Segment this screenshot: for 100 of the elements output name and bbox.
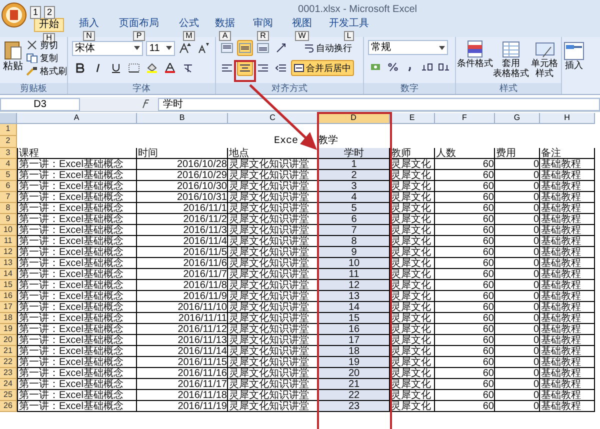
- table-cell: 0: [495, 401, 540, 412]
- ribbon-tab[interactable]: 数据: [211, 18, 239, 30]
- styles-button[interactable]: 条件格式: [458, 40, 492, 68]
- row-header[interactable]: 24: [0, 379, 17, 390]
- row-header[interactable]: 8: [0, 203, 17, 214]
- table-cell: 第一讲：Excel基础概念: [17, 269, 137, 280]
- insert-cells-button[interactable]: 插入: [564, 42, 584, 70]
- table-cell: 灵犀文化知识讲堂: [228, 203, 318, 214]
- table-cell: 0: [495, 192, 540, 203]
- row-header[interactable]: 13: [0, 258, 17, 269]
- number-format-field[interactable]: 常规: [368, 40, 448, 55]
- table-cell: 第一讲：Excel基础概念: [17, 225, 137, 236]
- name-box[interactable]: D3: [0, 98, 80, 110]
- table-cell: 3: [318, 181, 390, 192]
- table-title: Exce: [274, 136, 298, 147]
- table-cell: 第一讲：Excel基础概念: [17, 302, 137, 313]
- font-name-field[interactable]: 宋体: [72, 40, 144, 56]
- table-cell: 基础教程: [540, 302, 595, 313]
- merge-center-button[interactable]: 合并后居中: [291, 60, 354, 76]
- table-cell: 0: [495, 181, 540, 192]
- clipboard-action[interactable]: 格式刷: [26, 65, 67, 77]
- row-header[interactable]: 6: [0, 181, 17, 192]
- table-cell: 18: [318, 346, 390, 357]
- ribbon-tab[interactable]: 开发工具: [325, 18, 373, 30]
- row-header[interactable]: 1: [0, 124, 17, 136]
- table-cell: 21: [318, 379, 390, 390]
- row-header[interactable]: 4: [0, 159, 17, 170]
- table-cell: 灵犀文化: [390, 280, 435, 291]
- table-cell: 基础教程: [540, 225, 595, 236]
- table-cell: 基础教程: [540, 379, 595, 390]
- row-header[interactable]: 17: [0, 302, 17, 313]
- ribbon-tab[interactable]: 审阅: [249, 18, 277, 30]
- font-size-field[interactable]: 11: [146, 40, 175, 56]
- row-header[interactable]: 23: [0, 368, 17, 379]
- vertical-align-button[interactable]: [255, 40, 271, 56]
- styles-button[interactable]: 单元格 样式: [530, 40, 559, 78]
- table-cell: 灵犀文化: [390, 346, 435, 357]
- row-header[interactable]: 26: [0, 401, 17, 412]
- ribbon-tab[interactable]: 公式: [175, 18, 203, 30]
- shrink-font-button[interactable]: [196, 40, 211, 56]
- row-header[interactable]: 22: [0, 357, 17, 368]
- row-header[interactable]: 19: [0, 324, 17, 335]
- table-cell: 0: [495, 357, 540, 368]
- styles-button[interactable]: 套用 表格格式: [494, 40, 528, 78]
- paste-button[interactable]: 粘贴: [3, 39, 23, 72]
- row-header[interactable]: 21: [0, 346, 17, 357]
- table-cell: 60: [435, 159, 495, 170]
- column-header[interactable]: F: [435, 113, 495, 124]
- font-color-button[interactable]: [162, 60, 178, 76]
- vertical-align-button[interactable]: [219, 40, 235, 56]
- column-header[interactable]: H: [540, 113, 595, 124]
- row-header[interactable]: 15: [0, 280, 17, 291]
- table-cell: 灵犀文化: [390, 302, 435, 313]
- table-cell: 基础教程: [540, 357, 595, 368]
- row-header[interactable]: 3: [0, 148, 17, 159]
- table-cell: 灵犀文化: [390, 170, 435, 181]
- table-cell: 60: [435, 368, 495, 379]
- row-header[interactable]: 11: [0, 236, 17, 247]
- table-cell: 第一讲：Excel基础概念: [17, 335, 137, 346]
- row-header[interactable]: 2: [0, 136, 17, 148]
- cell-style-icon: [534, 40, 554, 58]
- wrap-text-button[interactable]: 自动换行: [301, 40, 355, 56]
- row-header[interactable]: 20: [0, 335, 17, 346]
- table-cell: 2016/11/16: [137, 368, 228, 379]
- table-cell: 2016/10/31: [137, 192, 228, 203]
- column-header[interactable]: G: [495, 113, 540, 124]
- row-header[interactable]: 12: [0, 247, 17, 258]
- clipboard-action[interactable]: 复制: [26, 52, 67, 64]
- row-header[interactable]: 5: [0, 170, 17, 181]
- vertical-align-button[interactable]: [237, 40, 253, 56]
- column-header[interactable]: D: [318, 113, 390, 124]
- row-header[interactable]: 7: [0, 192, 17, 203]
- column-header[interactable]: A: [17, 113, 137, 124]
- column-header[interactable]: C: [228, 113, 318, 124]
- increase-decimal-icon: [420, 62, 432, 72]
- ribbon-tab[interactable]: 视图: [288, 18, 316, 30]
- column-header[interactable]: E: [390, 113, 435, 124]
- table-cell: 灵犀文化知识讲堂: [228, 324, 318, 335]
- function-icon: [140, 99, 152, 109]
- column-heading: 教师: [390, 148, 435, 159]
- keytip-badge: M: [182, 31, 196, 41]
- table-cell: 0: [495, 269, 540, 280]
- grow-font-icon: [179, 43, 192, 53]
- row-header[interactable]: 25: [0, 390, 17, 401]
- row-header[interactable]: 9: [0, 214, 17, 225]
- row-header[interactable]: 18: [0, 313, 17, 324]
- ribbon-tab[interactable]: 开始: [34, 18, 64, 32]
- row-header[interactable]: 10: [0, 225, 17, 236]
- table-cell: 60: [435, 280, 495, 291]
- row-header[interactable]: 16: [0, 291, 17, 302]
- ribbon-tab[interactable]: 页面布局: [115, 18, 163, 30]
- row-header[interactable]: 14: [0, 269, 17, 280]
- formula-field[interactable]: 学时: [158, 98, 600, 110]
- keytip-badge: A: [219, 31, 231, 41]
- ribbon-tab[interactable]: 插入: [75, 18, 103, 30]
- column-header[interactable]: B: [137, 113, 228, 124]
- group-label: 样式: [456, 83, 561, 94]
- table-cell: 13: [318, 291, 390, 302]
- table-cell: 2016/10/29: [137, 170, 228, 181]
- table-cell: 0: [495, 247, 540, 258]
